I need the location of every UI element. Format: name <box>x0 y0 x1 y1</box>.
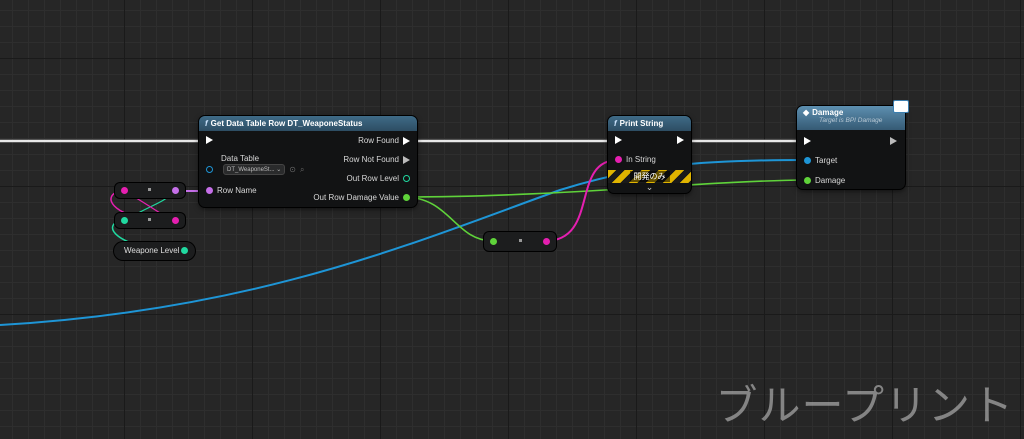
browse-icon[interactable]: ⌕ <box>300 165 304 175</box>
reset-arrow-icon[interactable]: ⊙ <box>289 165 296 174</box>
exec-output-pin[interactable] <box>677 136 684 144</box>
object-pin-icon <box>804 157 811 164</box>
object-pin-icon <box>206 166 213 173</box>
float-wire-damage[interactable] <box>403 179 807 198</box>
print-string-node[interactable]: f Print String In String 開発のみ ⌄ <box>608 116 691 193</box>
string-pin-icon[interactable] <box>543 238 550 245</box>
damage-pin[interactable]: Damage <box>804 176 845 185</box>
data-table-label: Data Table <box>221 154 260 163</box>
row-found-pin[interactable]: Row Found <box>358 136 410 145</box>
exec-pin-icon <box>615 136 622 144</box>
get-data-table-row-node[interactable]: f Get Data Table Row DT_WeaponeStatus Da… <box>199 116 417 207</box>
target-pin[interactable]: Target <box>804 156 837 165</box>
node-title: Damage <box>812 108 844 117</box>
node-header[interactable]: f Print String <box>608 116 691 131</box>
exec-pin-icon <box>206 136 213 144</box>
function-icon: f <box>205 119 208 128</box>
data-table-select[interactable]: DT_WeaponeSt... ⌄ <box>223 164 286 175</box>
out-row-damage-label: Out Row Damage Value <box>313 193 399 202</box>
float-pin-icon[interactable] <box>490 238 497 245</box>
node-subtitle: Target is BPI Damage <box>819 117 883 124</box>
in-string-pin[interactable]: In String <box>615 155 656 164</box>
name-pin-icon <box>206 187 213 194</box>
weapone-level-variable-node[interactable]: Weapone Level <box>114 242 195 260</box>
row-not-found-label: Row Not Found <box>343 155 399 164</box>
exec-pin-hollow-icon <box>890 137 897 145</box>
exec-pin-icon <box>403 136 410 145</box>
conversion-dot-icon <box>519 239 522 242</box>
exec-pin-icon <box>804 137 811 145</box>
conversion-node[interactable] <box>484 232 556 251</box>
conversion-node[interactable] <box>115 213 185 228</box>
conversion-dot-icon <box>148 218 151 221</box>
row-name-label: Row Name <box>217 186 257 195</box>
exec-pin-icon <box>677 136 684 144</box>
damage-label: Damage <box>815 176 846 185</box>
expand-chevron-icon[interactable]: ⌄ <box>608 182 691 193</box>
interface-message-icon: ◆ <box>803 108 810 117</box>
envelope-icon <box>893 100 909 113</box>
exec-pin-hollow-icon <box>403 155 410 164</box>
exec-input-pin[interactable] <box>804 137 811 145</box>
damage-node[interactable]: ◆ Damage Target is BPI Damage Target Dam… <box>797 100 909 189</box>
integer-pin-icon[interactable] <box>121 217 128 224</box>
integer-pin-icon <box>403 175 410 182</box>
target-label: Target <box>815 156 838 165</box>
float-pin-icon <box>804 177 811 184</box>
variable-label: Weapone Level <box>124 246 180 255</box>
exec-output-pin[interactable] <box>890 137 897 145</box>
row-not-found-pin[interactable]: Row Not Found <box>343 155 410 164</box>
conversion-dot-icon <box>148 188 151 191</box>
row-name-pin[interactable]: Row Name <box>206 186 257 195</box>
row-found-label: Row Found <box>358 136 399 145</box>
data-table-pin[interactable]: DT_WeaponeSt... ⌄ ⊙ ⌕ <box>206 164 304 175</box>
chevron-down-icon: ⌄ <box>276 167 282 173</box>
string-pin-icon[interactable] <box>172 217 179 224</box>
exec-input-pin[interactable] <box>206 136 213 144</box>
conversion-node[interactable] <box>115 183 185 198</box>
node-header[interactable]: ◆ Damage Target is BPI Damage <box>797 106 905 130</box>
node-header[interactable]: f Get Data Table Row DT_WeaponeStatus <box>199 116 417 131</box>
string-pin-icon <box>615 156 622 163</box>
float-pin-icon <box>403 194 410 201</box>
integer-pin-icon[interactable] <box>181 247 188 254</box>
node-title: Get Data Table Row DT_WeaponeStatus <box>210 119 363 128</box>
blueprint-watermark: ブループリント <box>715 381 1014 430</box>
out-row-level-label: Out Row Level <box>346 174 399 183</box>
string-pin-icon[interactable] <box>121 187 128 194</box>
name-pin-icon[interactable] <box>172 187 179 194</box>
function-icon: f <box>614 119 617 128</box>
out-row-level-pin[interactable]: Out Row Level <box>347 174 410 183</box>
in-string-label: In String <box>626 155 656 164</box>
exec-input-pin[interactable] <box>615 136 622 144</box>
node-title: Print String <box>619 119 664 128</box>
out-row-damage-pin[interactable]: Out Row Damage Value <box>313 193 410 202</box>
